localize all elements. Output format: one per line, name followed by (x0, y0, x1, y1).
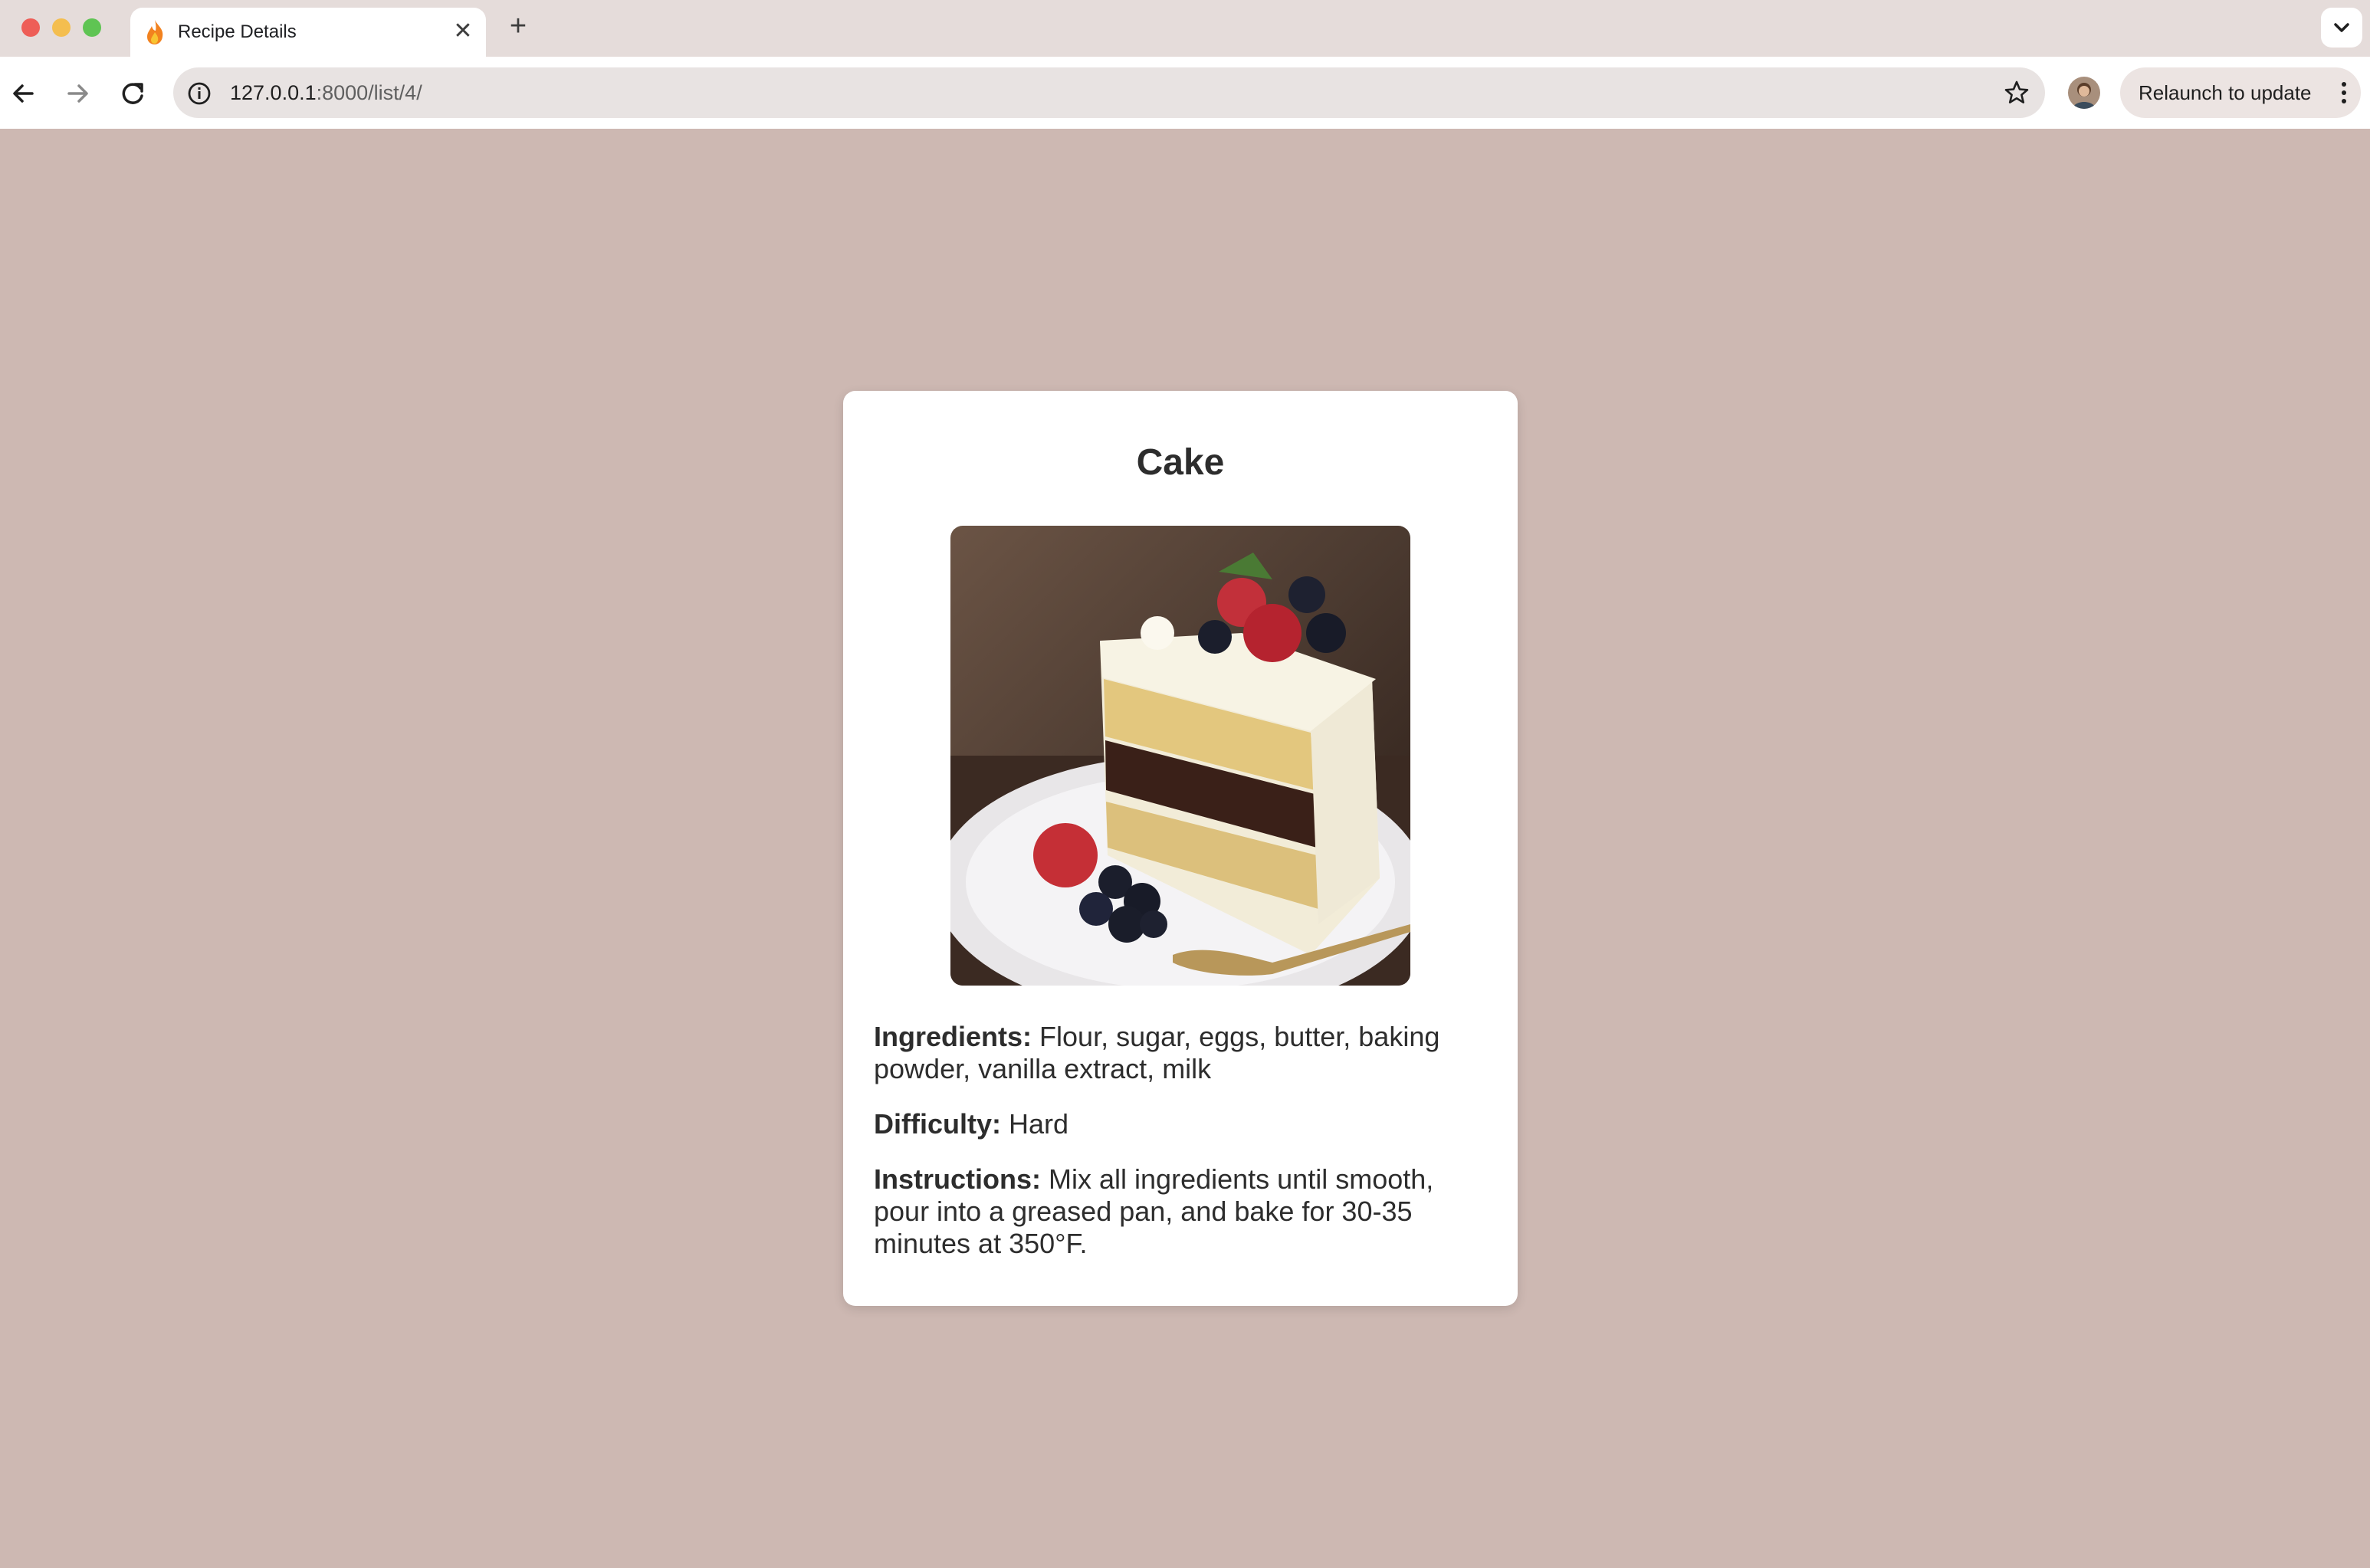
instructions-field: Instructions: Mix all ingredients until … (874, 1163, 1479, 1260)
relaunch-button[interactable]: Relaunch to update (2120, 67, 2361, 118)
url-text[interactable]: 127.0.0.1:8000/list/4/ (230, 80, 422, 106)
forward-arrow-icon (67, 84, 88, 103)
reload-button[interactable] (115, 75, 152, 112)
close-window-button[interactable] (21, 18, 40, 37)
recipe-title: Cake (1136, 442, 1225, 483)
address-bar[interactable]: 127.0.0.1:8000/list/4/ (173, 67, 2045, 118)
info-icon[interactable] (185, 80, 213, 107)
relaunch-label: Relaunch to update (2139, 81, 2312, 104)
tab-title: Recipe Details (178, 21, 297, 42)
flame-favicon-icon (143, 18, 167, 46)
back-button[interactable] (5, 75, 41, 112)
kebab-menu-icon[interactable] (2339, 80, 2349, 106)
back-arrow-icon (13, 84, 34, 103)
browser-toolbar: 127.0.0.1:8000/list/4/ Relaunch to updat… (0, 57, 2370, 130)
maximize-window-button[interactable] (83, 18, 101, 37)
close-icon[interactable]: ✕ (451, 18, 475, 46)
avatar[interactable] (2068, 77, 2100, 109)
minimize-window-button[interactable] (52, 18, 71, 37)
ingredients-field: Ingredients: Flour, sugar, eggs, butter,… (874, 1021, 1479, 1085)
url-path: :8000/list/4/ (316, 81, 422, 104)
tab-bar: Recipe Details ✕ + (0, 0, 2370, 57)
chevron-down-icon (2334, 23, 2349, 32)
plus-icon[interactable]: + (503, 11, 533, 41)
difficulty-value: Hard (1009, 1108, 1069, 1140)
forward-button[interactable] (60, 75, 97, 112)
star-icon[interactable] (2002, 78, 2031, 107)
browser-window: Recipe Details ✕ + 127.0.0.1:8000/list/4… (0, 0, 2370, 1568)
difficulty-label: Difficulty: (874, 1108, 1001, 1140)
ingredients-label: Ingredients: (874, 1021, 1032, 1052)
recipe-image (950, 526, 1410, 986)
page-content: Cake Ingredients: Flour, sugar, eggs, bu… (0, 129, 2370, 1568)
tab-search-button[interactable] (2321, 8, 2362, 48)
difficulty-field: Difficulty: Hard (874, 1108, 1479, 1140)
url-host: 127.0.0.1 (230, 81, 317, 104)
tab-recipe-details[interactable]: Recipe Details ✕ (130, 8, 486, 57)
instructions-label: Instructions: (874, 1163, 1042, 1195)
recipe-card: Cake Ingredients: Flour, sugar, eggs, bu… (843, 391, 1518, 1306)
reload-icon (122, 83, 143, 104)
